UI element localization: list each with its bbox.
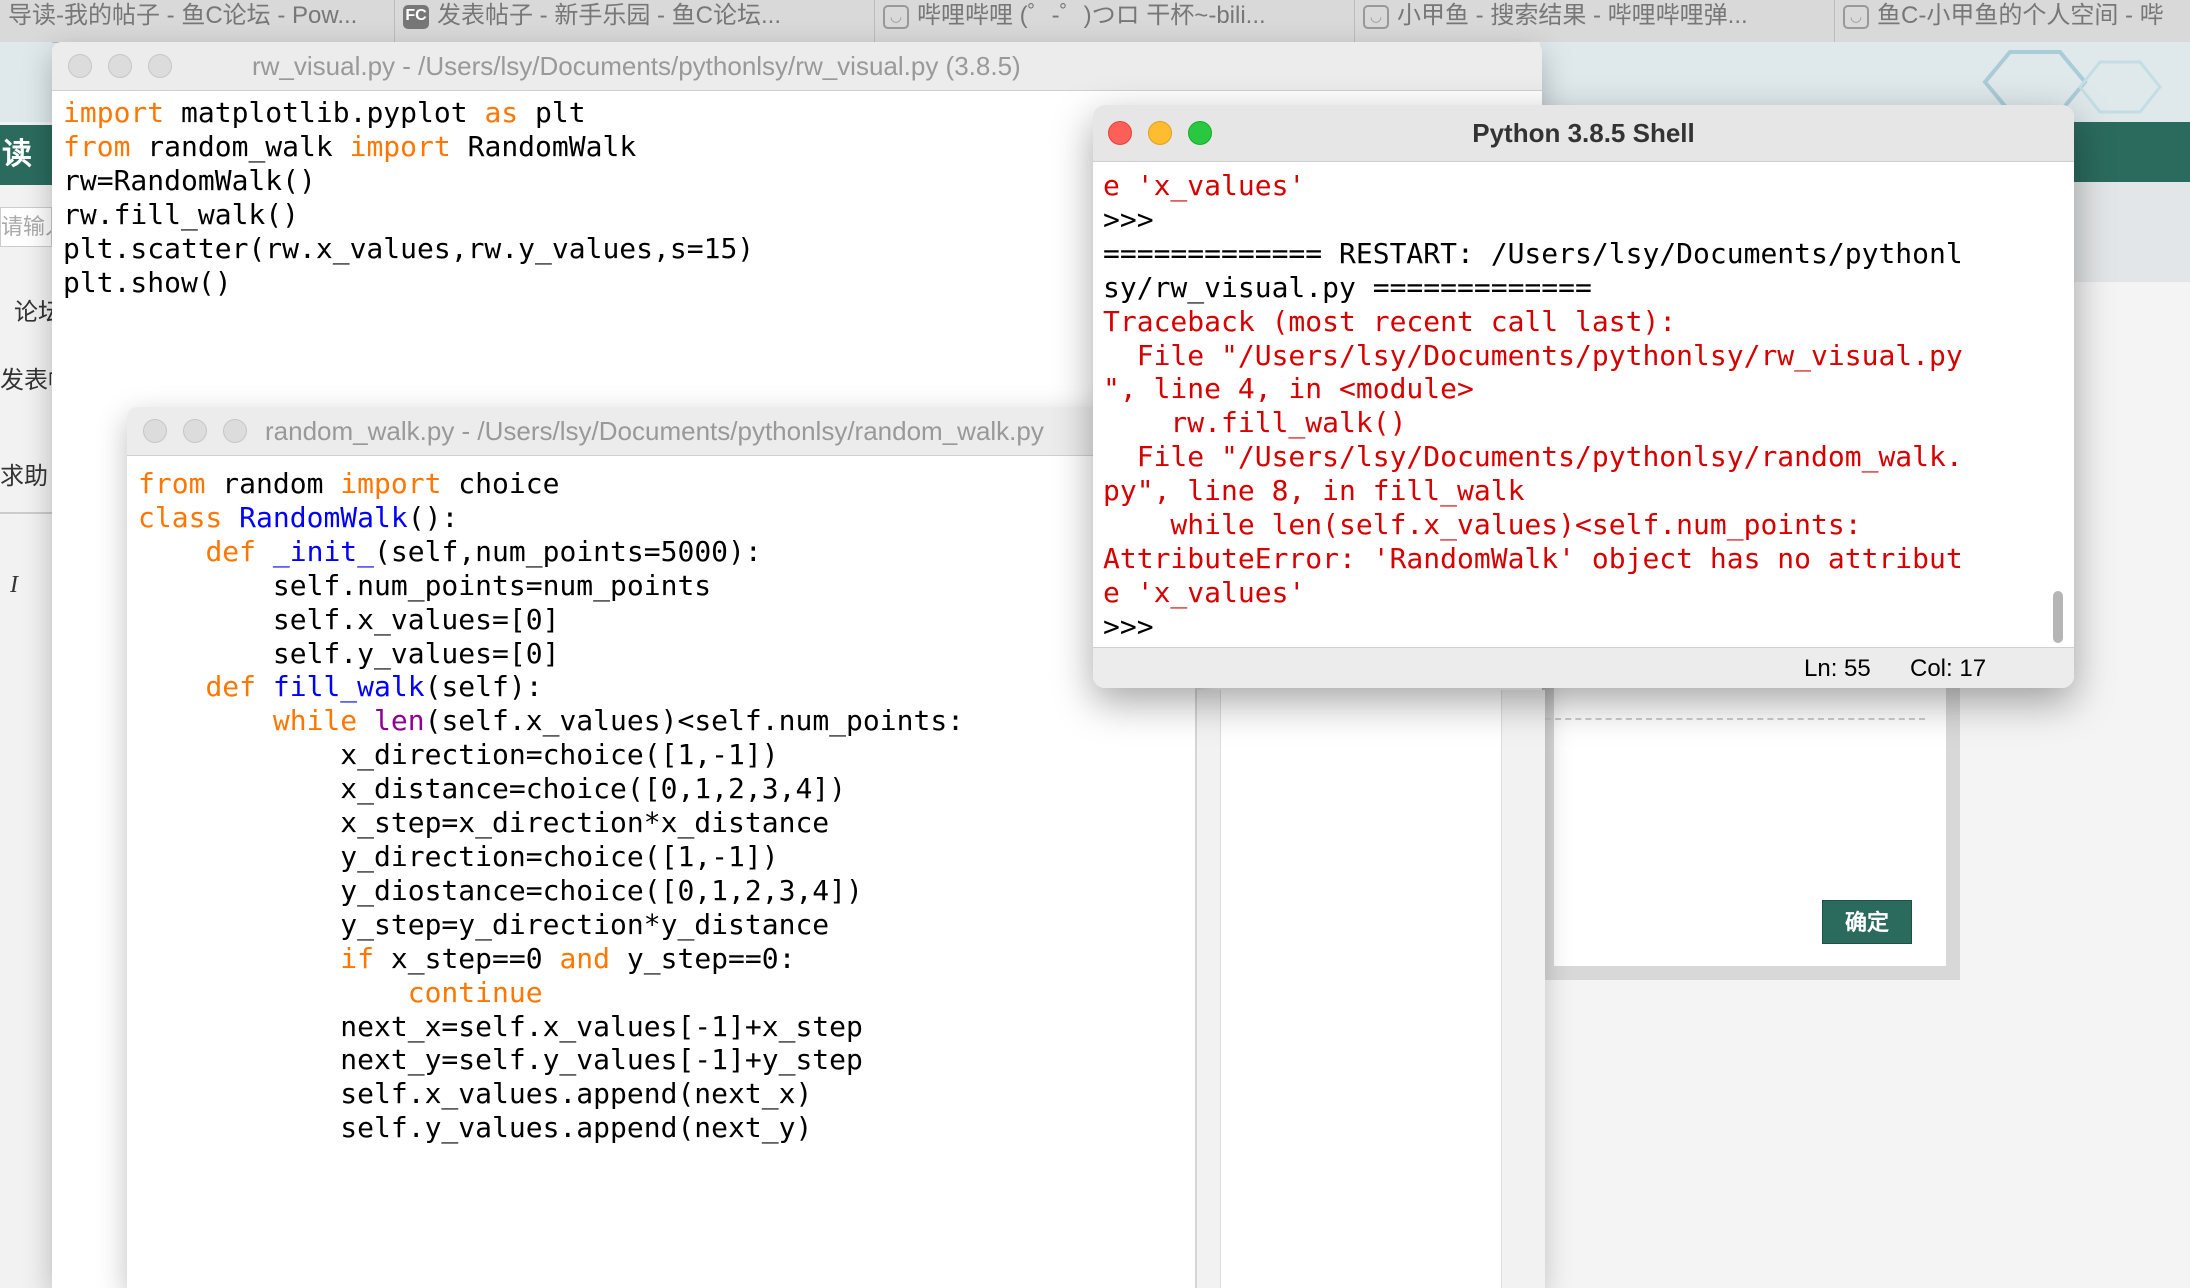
python-shell-window[interactable]: Python 3.8.5 Shell e 'x_values' >>> ====…	[1093, 105, 2074, 688]
browser-tab-label: 导读-我的帖子 - 鱼C论坛 - Pow...	[8, 2, 358, 29]
browser-tab-search-results[interactable]: ◡ 小甲鱼 - 搜索结果 - 哔哩哔哩弹...	[1355, 0, 1835, 42]
browser-tab-label: 发表帖子 - 新手乐园 - 鱼C论坛...	[437, 2, 781, 29]
bilibili-icon: ◡	[1363, 4, 1389, 29]
browser-tab-my-posts[interactable]: 导读-我的帖子 - 鱼C论坛 - Pow...	[0, 0, 395, 42]
column-number: Col: 17	[1910, 655, 1987, 682]
shell-scrollbar[interactable]	[2053, 591, 2063, 643]
browser-tab-label: 哔哩哔哩 (゜-゜)つロ 干杯~-bili...	[917, 2, 1266, 29]
bilibili-icon: ◡	[1843, 4, 1869, 29]
browser-tab-strip: 导读-我的帖子 - 鱼C论坛 - Pow... FC 发表帖子 - 新手乐园 - …	[0, 0, 2190, 43]
window-title: random_walk.py - /Users/lsy/Documents/py…	[265, 416, 1044, 446]
zoom-icon[interactable]	[223, 419, 247, 443]
title-bar[interactable]: Python 3.8.5 Shell	[1093, 105, 2074, 162]
browser-tab-bilibili-home[interactable]: ◡ 哔哩哔哩 (゜-゜)つロ 干杯~-bili...	[875, 0, 1355, 42]
forum-banner	[0, 42, 52, 122]
italic-button[interactable]: I	[0, 572, 52, 599]
window-title: Python 3.8.5 Shell	[1472, 118, 1695, 148]
forum-page-left: 读 请输入 论坛 发表帖子 求助 I	[0, 42, 52, 1288]
forum-search-input[interactable]: 请输入	[0, 207, 52, 247]
confirm-button[interactable]: 确定	[1822, 900, 1912, 944]
close-icon[interactable]	[143, 419, 167, 443]
divider	[0, 512, 52, 514]
browser-tab-new-post[interactable]: FC 发表帖子 - 新手乐园 - 鱼C论坛...	[395, 0, 875, 42]
bilibili-icon: ◡	[883, 4, 909, 29]
code-editor[interactable]: from random import choice class RandomWa…	[138, 467, 964, 1145]
browser-tab-label: 小甲鱼 - 搜索结果 - 哔哩哔哩弹...	[1397, 2, 1748, 29]
forum-nav-forum[interactable]: 论坛	[0, 292, 52, 327]
browser-tab-user-space[interactable]: ◡ 鱼C-小甲鱼的个人空间 - 哔	[1835, 0, 2190, 42]
minimize-icon[interactable]	[183, 419, 207, 443]
browser-tab-label: 鱼C-小甲鱼的个人空间 - 哔	[1877, 2, 2164, 29]
shell-output[interactable]: e 'x_values' >>> ============= RESTART: …	[1103, 169, 1963, 644]
line-number: Ln: 55	[1804, 655, 1871, 682]
title-bar[interactable]: rw_visual.py - /Users/lsy/Documents/pyth…	[52, 42, 1542, 91]
forum-nav-help[interactable]: 求助	[0, 456, 52, 491]
title-bar[interactable]: random_walk.py - /Users/lsy/Documents/py…	[127, 407, 1195, 456]
code-editor[interactable]: import matplotlib.pyplot as plt from ran…	[63, 96, 754, 299]
forum-nav-post[interactable]: 发表帖子	[0, 360, 52, 395]
status-bar: Ln: 55 Col: 17	[1093, 647, 2074, 688]
random-walk-editor-window[interactable]: random_walk.py - /Users/lsy/Documents/py…	[127, 407, 1195, 1288]
fishc-icon: FC	[403, 4, 429, 29]
background-panel-inner	[1220, 690, 1502, 1288]
forum-read-tab[interactable]: 读	[0, 125, 52, 185]
window-title: rw_visual.py - /Users/lsy/Documents/pyth…	[252, 51, 1021, 81]
dialog-divider	[1545, 718, 1925, 720]
